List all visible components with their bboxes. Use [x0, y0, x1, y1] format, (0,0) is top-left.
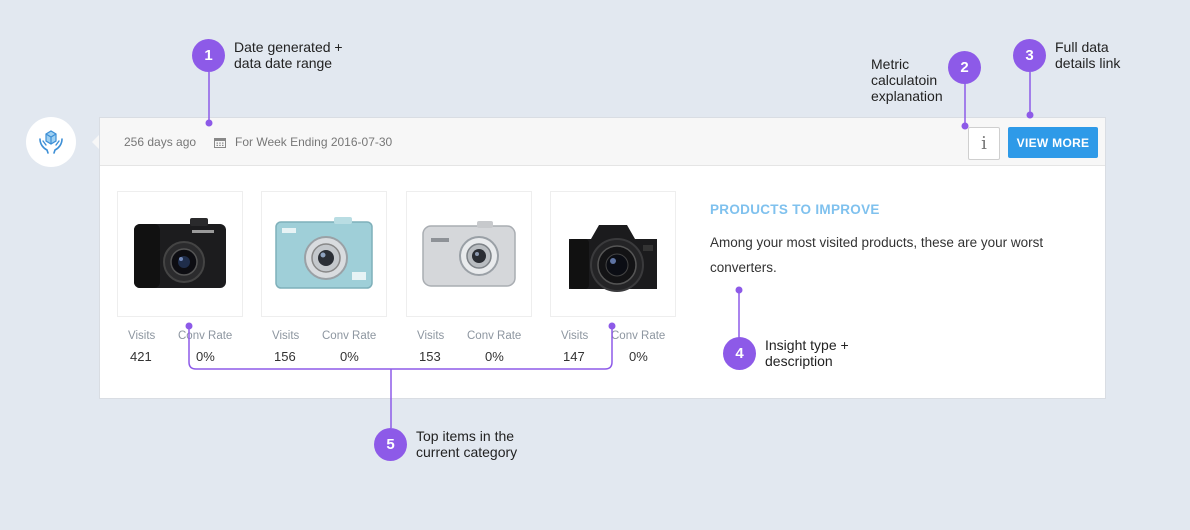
annotation-note-5: Top items in the current category: [416, 428, 517, 460]
annotation-badge-3: 3: [1013, 39, 1046, 72]
annotation-line: Date generated +: [234, 39, 343, 55]
annotation-badge-1: 1: [192, 39, 225, 72]
annotation-note-2: Metric calculatoin explanation: [871, 56, 943, 104]
annotation-badge-4: 4: [723, 337, 756, 370]
annotation-line: Top items in the: [416, 428, 515, 444]
annotation-note-1: Date generated + data date range: [234, 39, 343, 71]
annotation-line: Full data: [1055, 39, 1109, 55]
annotation-badge-2: 2: [948, 51, 981, 84]
annotation-badge-5: 5: [374, 428, 407, 461]
annotation-line: details link: [1055, 55, 1121, 71]
annotation-line: explanation: [871, 88, 943, 104]
annotation-line: Metric: [871, 56, 910, 72]
annotation-line: description: [765, 353, 833, 369]
annotation-note-3: Full data details link: [1055, 39, 1120, 71]
annotation-line: data date range: [234, 55, 333, 71]
annotation-line: calculatoin: [871, 72, 938, 88]
annotation-line: current category: [416, 444, 518, 460]
annotation-line: Insight type +: [765, 337, 849, 353]
annotation-note-4: Insight type + description: [765, 337, 849, 369]
annotation-connectors: [185, 72, 1034, 428]
